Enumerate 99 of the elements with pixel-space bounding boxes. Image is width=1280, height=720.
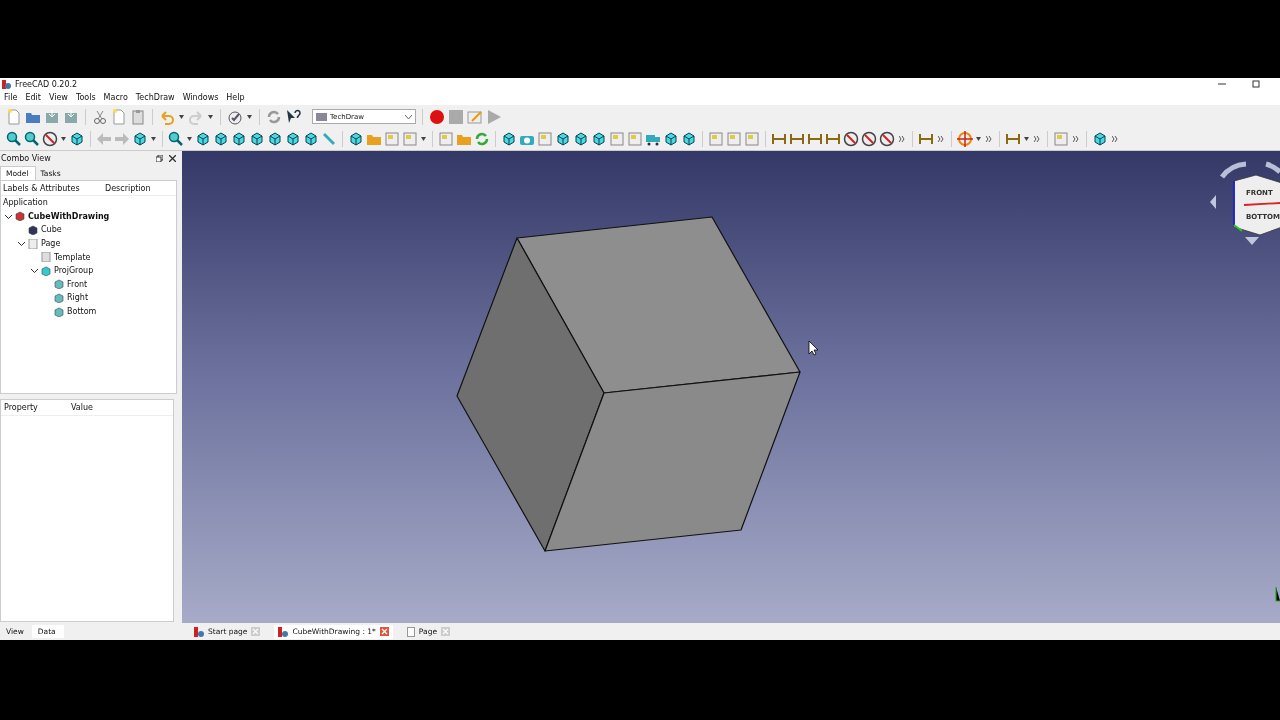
caret-icon[interactable] xyxy=(976,137,981,141)
dimension-icon[interactable] xyxy=(1005,131,1021,147)
cube-icon[interactable] xyxy=(231,131,247,147)
cube-icon[interactable] xyxy=(285,131,301,147)
menu-item[interactable]: Windows xyxy=(179,93,224,102)
menu-item[interactable]: Tools xyxy=(72,93,101,102)
dimension-icon[interactable] xyxy=(807,131,823,147)
cube-icon[interactable] xyxy=(663,131,679,147)
workbench-icon xyxy=(316,112,327,121)
app-icon xyxy=(194,626,204,637)
cube-icon[interactable] xyxy=(573,131,589,147)
cube-icon xyxy=(28,225,38,235)
undock-icon[interactable] xyxy=(156,155,163,162)
cube-icon[interactable] xyxy=(303,131,319,147)
left-arrow-icon[interactable] xyxy=(1210,195,1216,209)
cube-icon[interactable] xyxy=(249,131,265,147)
target-icon[interactable] xyxy=(957,131,973,147)
zoom-icon[interactable] xyxy=(168,131,184,147)
app-icon xyxy=(2,79,11,89)
caret-icon[interactable] xyxy=(179,114,184,119)
menu-item[interactable]: View xyxy=(45,93,73,102)
page-icon xyxy=(41,252,51,263)
circle-icon[interactable] xyxy=(861,131,877,147)
cube-icon[interactable] xyxy=(555,131,571,147)
cube-icon[interactable] xyxy=(213,131,229,147)
cube-icon[interactable] xyxy=(681,131,697,147)
tree-item[interactable]: CubeWithDrawing xyxy=(28,211,110,221)
caret-icon[interactable] xyxy=(247,114,252,119)
cube-icon xyxy=(54,306,64,317)
zoom-icon[interactable] xyxy=(6,131,22,147)
chevron-icon xyxy=(405,114,412,119)
check-icon[interactable] xyxy=(227,108,243,125)
app-icon xyxy=(278,626,289,637)
dimension-icon[interactable] xyxy=(771,131,787,147)
help-icon[interactable] xyxy=(285,108,301,125)
page-icon xyxy=(406,626,415,637)
more-icon[interactable] xyxy=(1112,136,1118,142)
window-title: FreeCAD 0.20.2 xyxy=(15,79,78,89)
caret-icon[interactable] xyxy=(1024,137,1029,141)
cube-icon[interactable] xyxy=(501,131,517,147)
cube-icon xyxy=(54,279,64,290)
cube-icon[interactable] xyxy=(1092,131,1108,147)
menu-item[interactable]: Macro xyxy=(100,93,133,102)
more-icon[interactable] xyxy=(1034,136,1040,142)
menu-item[interactable]: Help xyxy=(223,93,250,102)
cube-icon xyxy=(15,211,25,222)
dimension-icon[interactable] xyxy=(918,131,934,147)
cube-icon[interactable] xyxy=(348,131,364,147)
tree-item[interactable]: Template xyxy=(54,252,91,262)
column-header: Value xyxy=(71,403,93,412)
cube-icon xyxy=(41,265,51,276)
circle-icon[interactable] xyxy=(879,131,895,147)
column-header: Description xyxy=(105,183,151,193)
axis-icon xyxy=(1275,586,1280,602)
caret-icon[interactable] xyxy=(151,137,156,141)
maximize-icon[interactable] xyxy=(1252,80,1260,88)
refresh-icon[interactable] xyxy=(474,131,490,147)
close-icon[interactable] xyxy=(169,155,176,162)
cube-icon[interactable] xyxy=(69,131,85,147)
more-icon[interactable] xyxy=(1073,136,1079,142)
menu-item[interactable]: TechDraw xyxy=(132,93,180,102)
tree-item[interactable]: Front xyxy=(67,279,88,289)
more-icon[interactable] xyxy=(899,136,905,142)
zoom-icon[interactable] xyxy=(24,131,40,147)
tree-item[interactable]: Right xyxy=(67,293,89,303)
minimize-icon[interactable] xyxy=(1218,80,1226,88)
more-icon[interactable] xyxy=(986,136,992,142)
dimension-icon[interactable] xyxy=(789,131,805,147)
cube-icon[interactable] xyxy=(267,131,283,147)
cube-icon[interactable] xyxy=(591,131,607,147)
caret-icon[interactable] xyxy=(61,137,66,141)
clipboard-icon[interactable] xyxy=(130,108,146,125)
cube-icon[interactable] xyxy=(195,131,211,147)
save-icon[interactable] xyxy=(63,108,79,125)
tree-item[interactable]: Page xyxy=(41,239,61,249)
caret-icon[interactable] xyxy=(187,137,192,141)
cube-icon[interactable] xyxy=(132,131,148,147)
more-icon[interactable] xyxy=(938,136,944,142)
down-arrow-icon[interactable] xyxy=(1245,237,1259,245)
tree-item[interactable]: Bottom xyxy=(67,307,97,317)
cube-icon xyxy=(54,292,64,303)
save-icon[interactable] xyxy=(44,108,60,125)
caret-icon[interactable] xyxy=(208,114,213,119)
scissors-icon[interactable] xyxy=(92,108,108,125)
circle-icon[interactable] xyxy=(843,131,859,147)
menu-item[interactable]: File xyxy=(1,93,23,102)
column-header: Labels & Attributes xyxy=(2,183,81,193)
dimension-icon[interactable] xyxy=(825,131,841,147)
panel-title: Combo View xyxy=(1,154,51,163)
record-icon[interactable] xyxy=(429,108,445,125)
column-header: Property xyxy=(3,403,39,412)
circle-icon[interactable] xyxy=(42,131,58,147)
tree-item[interactable]: Cube xyxy=(41,225,62,235)
menu-item[interactable]: Edit xyxy=(22,93,46,102)
caret-icon[interactable] xyxy=(421,137,426,141)
page-icon xyxy=(28,238,38,249)
cursor-icon xyxy=(808,340,819,356)
tree-item[interactable]: ProjGroup xyxy=(54,266,94,276)
tree-root-label: Application xyxy=(3,198,48,208)
